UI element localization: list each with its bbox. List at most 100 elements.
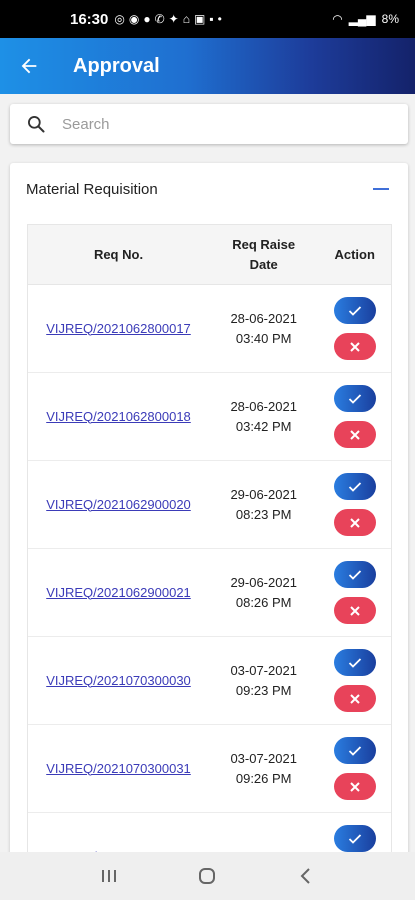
phone-icon: ✆ <box>154 12 165 26</box>
status-time: 16:30 <box>70 10 109 28</box>
reject-button[interactable] <box>333 421 376 448</box>
req-date-cell: 03-07-2021 09:26 PM <box>209 749 318 789</box>
table-header: Req No. Req Raise Date Action <box>28 225 391 285</box>
req-date: 29-06-2021 <box>230 486 297 502</box>
table-row: VIJREQ/2021070300031 03-07-2021 09:26 PM <box>28 725 391 813</box>
approve-button[interactable] <box>333 649 376 676</box>
reject-button[interactable] <box>333 685 376 712</box>
signal-icon: ▂▄▆ <box>348 12 376 26</box>
req-time: 09:26 PM <box>235 770 292 786</box>
req-time: 03:42 PM <box>235 418 292 434</box>
table-row: VIJREQ/2021062900021 29-06-2021 08:26 PM <box>28 549 391 637</box>
req-date-cell: 03-07-2021 09:23 PM <box>209 661 318 701</box>
req-date-cell: 29-06-2021 08:26 PM <box>209 573 318 613</box>
req-no-cell: VIJREQ/2021062800017 <box>28 320 209 338</box>
table-body: VIJREQ/2021062800017 28-06-2021 03:40 PM… <box>28 285 391 883</box>
table-row: VIJREQ/2021062800018 28-06-2021 03:42 PM <box>28 373 391 461</box>
status-bar: 16:30 ◎ ◉ ● ✆ ✦ ⌂ ▣ ▪ • ◠ ▂▄▆ 8% <box>0 0 415 38</box>
req-no-link[interactable]: VIJREQ/2021070300031 <box>46 761 191 776</box>
home-button[interactable] <box>187 856 227 896</box>
requisition-table: Req No. Req Raise Date Action VIJREQ/202… <box>27 224 392 883</box>
back-button[interactable] <box>0 38 58 94</box>
req-no-cell: VIJREQ/2021062800018 <box>28 408 209 426</box>
back-nav-button[interactable] <box>286 856 326 896</box>
req-no-link[interactable]: VIJREQ/2021062800018 <box>46 409 191 424</box>
req-date: 03-07-2021 <box>230 662 297 678</box>
reject-button[interactable] <box>333 773 376 800</box>
action-cell <box>318 297 391 360</box>
req-date: 28-06-2021 <box>230 310 297 326</box>
minus-icon <box>373 188 389 190</box>
header-action: Action <box>334 246 375 262</box>
check-icon <box>348 745 361 756</box>
header-req-raise-date-line2: Date <box>249 256 278 272</box>
req-no-cell: VIJREQ/2021062900021 <box>28 584 209 602</box>
close-icon <box>349 781 360 792</box>
chrome-icon: ● <box>143 12 151 26</box>
page-title: Approval <box>73 54 160 77</box>
system-nav-bar <box>0 852 415 900</box>
req-date-cell: 28-06-2021 03:42 PM <box>209 397 318 437</box>
req-no-link[interactable]: VIJREQ/2021062900020 <box>46 497 191 512</box>
linkedin-icon: ▪ <box>209 12 214 26</box>
whatsapp-icon: ◎ <box>114 12 125 26</box>
recent-apps-button[interactable] <box>89 856 129 896</box>
table-row: VIJREQ/2021062800017 28-06-2021 03:40 PM <box>28 285 391 373</box>
home-circle-icon <box>199 868 216 884</box>
req-date-cell: 28-06-2021 03:40 PM <box>209 309 318 349</box>
approve-button[interactable] <box>333 297 376 324</box>
reject-button[interactable] <box>333 509 376 536</box>
table-row: VIJREQ/2021062900020 29-06-2021 08:23 PM <box>28 461 391 549</box>
header-req-raise-date-line1: Req Raise <box>232 236 296 252</box>
action-cell <box>318 385 391 448</box>
check-icon <box>348 481 361 492</box>
check-icon <box>348 393 361 404</box>
twitter-icon: ✦ <box>168 12 179 26</box>
req-date: 28-06-2021 <box>230 398 297 414</box>
close-icon <box>349 693 360 704</box>
approve-button[interactable] <box>333 385 376 412</box>
req-no-cell: VIJREQ/2021070300030 <box>28 672 209 690</box>
reject-button[interactable] <box>333 597 376 624</box>
search-icon <box>28 116 45 133</box>
check-icon <box>348 569 361 580</box>
req-no-cell: VIJREQ/2021070300031 <box>28 760 209 778</box>
action-cell <box>318 649 391 712</box>
action-cell <box>318 737 391 800</box>
req-time: 09:23 PM <box>235 682 292 698</box>
section-title: Material Requisition <box>26 180 158 198</box>
search-input[interactable] <box>62 115 382 133</box>
req-time: 08:26 PM <box>235 594 292 610</box>
home-icon: ⌂ <box>182 12 190 26</box>
req-no-link[interactable]: VIJREQ/2021062900021 <box>46 585 191 600</box>
chevron-left-icon <box>300 868 310 884</box>
recent-apps-icon <box>102 870 117 882</box>
dot-icon: • <box>217 12 222 26</box>
notification-icons: ◎ ◉ ● ✆ ✦ ⌂ ▣ ▪ • <box>114 12 221 26</box>
collapse-button[interactable] <box>370 178 392 200</box>
header-req-no: Req No. <box>93 246 144 262</box>
search-bar[interactable] <box>10 104 408 144</box>
card-header[interactable]: Material Requisition <box>10 163 408 215</box>
req-no-cell: VIJREQ/2021062900020 <box>28 496 209 514</box>
close-icon <box>349 605 360 616</box>
approve-button[interactable] <box>333 561 376 588</box>
check-icon <box>348 657 361 668</box>
check-icon <box>348 833 361 844</box>
arrow-left-icon <box>21 58 37 74</box>
approve-button[interactable] <box>333 737 376 764</box>
req-time: 08:23 PM <box>235 506 292 522</box>
close-icon <box>349 341 360 352</box>
instagram-icon: ◉ <box>128 12 140 26</box>
approve-button[interactable] <box>333 825 376 852</box>
action-cell <box>318 561 391 624</box>
approve-button[interactable] <box>333 473 376 500</box>
req-no-link[interactable]: VIJREQ/2021070300030 <box>46 673 191 688</box>
req-date: 03-07-2021 <box>230 750 297 766</box>
app-bar: Approval <box>0 38 415 94</box>
reject-button[interactable] <box>333 333 376 360</box>
table-row: VIJREQ/2021070300030 03-07-2021 09:23 PM <box>28 637 391 725</box>
req-time: 03:40 PM <box>235 330 292 346</box>
action-cell <box>318 473 391 536</box>
req-no-link[interactable]: VIJREQ/2021062800017 <box>46 321 191 336</box>
